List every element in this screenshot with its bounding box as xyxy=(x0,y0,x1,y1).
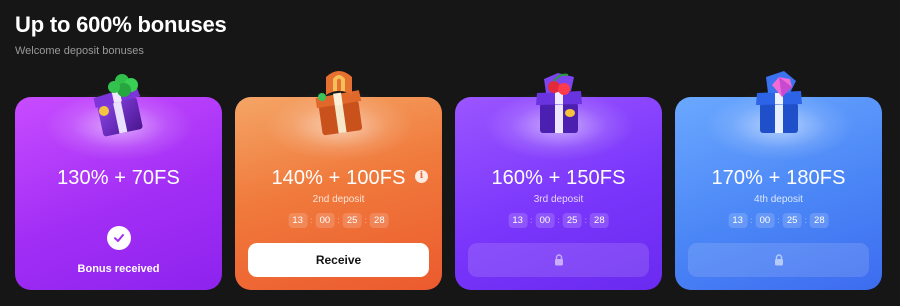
page-title: Up to 600% bonuses xyxy=(15,12,227,37)
timer-minutes: 25 xyxy=(342,213,362,228)
countdown-timer: 13 : 00 : 25 : 28 xyxy=(728,213,829,228)
timer-days: 13 xyxy=(508,213,528,228)
timer-separator: : xyxy=(557,216,560,225)
timer-hours: 00 xyxy=(755,213,775,228)
page-subtitle: Welcome deposit bonuses xyxy=(15,45,144,57)
bonus-card-3: 160% + 150FS 3rd deposit 13 : 00 : 25 : … xyxy=(455,73,662,290)
deposit-label: 2nd deposit xyxy=(312,194,365,205)
bonus-amount: 140% + 100FS xyxy=(271,167,406,189)
timer-separator: : xyxy=(804,216,807,225)
timer-days: 13 xyxy=(288,213,308,228)
timer-days: 13 xyxy=(728,213,748,228)
gift-box-diamond-icon xyxy=(755,71,802,133)
timer-minutes: 25 xyxy=(562,213,582,228)
gift-box-horseshoe-icon xyxy=(315,71,362,136)
deposit-label: 4th deposit xyxy=(754,194,803,205)
receive-button[interactable]: Receive xyxy=(248,243,429,277)
deposit-label: 3rd deposit xyxy=(533,194,584,205)
timer-separator: : xyxy=(750,216,753,225)
timer-separator: : xyxy=(530,216,533,225)
bonus-card-2: 140% + 100FS i 2nd deposit 13 : 00 : 25 … xyxy=(235,71,442,290)
timer-separator: : xyxy=(337,216,340,225)
timer-minutes: 25 xyxy=(782,213,802,228)
timer-seconds: 28 xyxy=(589,213,609,228)
gift-box-cherry-icon xyxy=(535,73,582,133)
bonus-amount: 170% + 180FS xyxy=(711,167,846,189)
bonus-amount: 160% + 150FS xyxy=(491,167,626,189)
timer-seconds: 28 xyxy=(809,213,829,228)
locked-button xyxy=(688,243,869,277)
timer-separator: : xyxy=(584,216,587,225)
bonus-received-label: Bonus received xyxy=(77,263,160,275)
timer-separator: : xyxy=(310,216,313,225)
bonus-amount: 130% + 70FS xyxy=(57,167,180,189)
timer-hours: 00 xyxy=(315,213,335,228)
timer-seconds: 28 xyxy=(369,213,389,228)
countdown-timer: 13 : 00 : 25 : 28 xyxy=(288,213,389,228)
gift-box-clover-icon xyxy=(93,74,142,137)
timer-separator: : xyxy=(364,216,367,225)
bonus-card-1: 130% + 70FS Bonus received xyxy=(15,74,222,290)
timer-hours: 00 xyxy=(535,213,555,228)
lock-icon xyxy=(554,254,563,266)
check-icon xyxy=(106,226,131,250)
info-icon[interactable]: i xyxy=(415,170,428,183)
bonus-card-4: 170% + 180FS 4th deposit 13 : 00 : 25 : … xyxy=(675,71,882,290)
locked-button xyxy=(468,243,649,277)
timer-separator: : xyxy=(777,216,780,225)
lock-icon xyxy=(774,254,783,266)
countdown-timer: 13 : 00 : 25 : 28 xyxy=(508,213,609,228)
header: Up to 600% bonuses Welcome deposit bonus… xyxy=(15,12,227,58)
